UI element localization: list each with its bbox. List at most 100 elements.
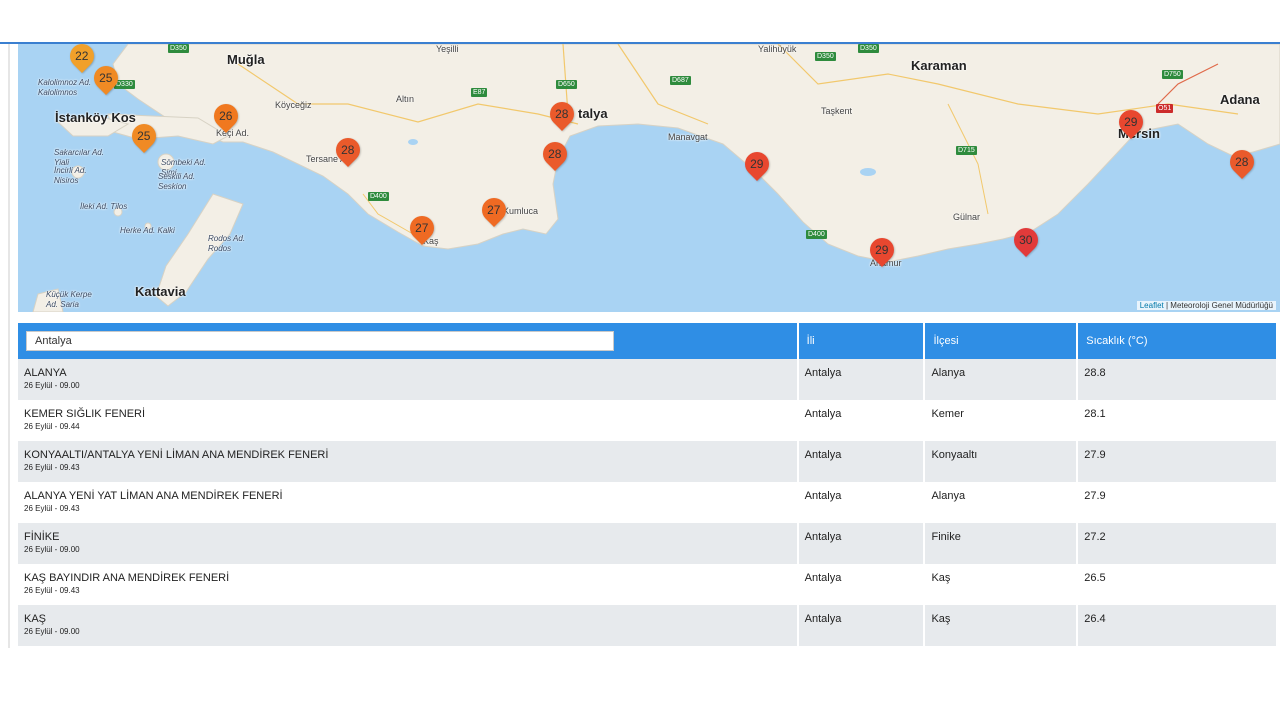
road-label: O51 [1156, 104, 1174, 113]
marker-value: 28 [1235, 155, 1249, 170]
station-name: KONYAALTI/ANTALYA YENİ LİMAN ANA MENDİRE… [24, 449, 329, 461]
map-place-label: Adana [1220, 92, 1260, 107]
ilce-cell: Kaş [924, 605, 1079, 646]
road-label: D350 [815, 52, 836, 61]
road-label: D650 [556, 80, 577, 89]
temperature-map[interactable]: Muğla Karaman Adana Mersin talya İstanköy Kos… [18, 44, 1280, 312]
table-row[interactable]: ALANYA YENİ YAT LİMAN ANA MENDİREK FENER… [18, 482, 1278, 523]
left-divider [8, 44, 10, 648]
map-place-label: Kumluca [503, 206, 539, 216]
ilce-cell: Alanya [924, 359, 1079, 400]
station-cell: KAŞ BAYINDIR ANA MENDİREK FENERİ 26 Eylül… [18, 564, 799, 605]
ilce-cell: Kaş [924, 564, 1079, 605]
leaflet-link[interactable]: Leaflet [1140, 301, 1164, 310]
map-place-label: Manavgat [668, 132, 708, 142]
station-cell: KAŞ 26 Eylül - 09.00 [18, 605, 799, 646]
road-label: E87 [471, 88, 488, 97]
marker-value: 28 [555, 107, 569, 122]
table-row[interactable]: KEMER SIĞLIK FENERİ 26 Eylül - 09.44 Antal… [18, 400, 1278, 441]
table-row[interactable]: ALANYA 26 Eylül - 09.00 Antalya Alanya 28.8 [18, 359, 1278, 400]
il-cell: Antalya [797, 605, 926, 646]
map-place-label: Muğla [227, 52, 265, 67]
map-place-label: Keçi Ad. [216, 128, 250, 138]
table-header-row: İli İlçesi Sıcaklık (°C) [18, 323, 1278, 359]
page: Muğla Karaman Adana Mersin talya İstanköy Kos… [0, 0, 1280, 720]
map-place-label: İstanköy Kos [55, 110, 136, 125]
road-label: D400 [806, 230, 827, 239]
station-search-input[interactable] [26, 331, 614, 351]
map-place-label: İncirli Ad. Nisiros [54, 166, 87, 185]
map-place-label: Karaman [911, 58, 967, 73]
ilce-cell: Konyaaltı [924, 441, 1079, 482]
station-name: KAŞ BAYINDIR ANA MENDİREK FENERİ [24, 572, 230, 584]
marker-value: 30 [1019, 233, 1033, 248]
road-label: D350 [168, 44, 189, 53]
temperature-cell: 27.9 [1077, 441, 1278, 482]
attribution-text: | Meteoroloji Genel Müdürlüğü [1163, 301, 1273, 310]
map-place-label: Yeşilli [436, 44, 459, 54]
il-cell: Antalya [797, 482, 926, 523]
map-place-label: Seskili Ad. Seskion [158, 172, 196, 191]
il-cell: Antalya [797, 523, 926, 564]
marker-value: 27 [415, 221, 429, 236]
il-column-header[interactable]: İli [797, 323, 926, 359]
map-place-label: Küçük Kerpe Ad. Saria [46, 290, 92, 309]
map-place-label: Yalihüyük [758, 44, 797, 54]
map-place-label: İleki Ad. Tilos [80, 202, 128, 211]
temperature-cell: 28.1 [1077, 400, 1278, 441]
map-place-label: Kattavia [135, 284, 186, 299]
road-label: D350 [858, 44, 879, 53]
il-cell: Antalya [797, 564, 926, 605]
map-place-label: Altın [396, 94, 415, 104]
station-time: 26 Eylül - 09.00 [24, 545, 80, 554]
map-place-label: Sakarcılar Ad. Yiali [54, 148, 104, 167]
ilce-cell: Alanya [924, 482, 1079, 523]
temperature-cell: 28.8 [1077, 359, 1278, 400]
station-time: 26 Eylül - 09.44 [24, 422, 80, 431]
il-cell: Antalya [797, 441, 926, 482]
marker-value: 25 [137, 129, 151, 144]
temperature-cell: 26.5 [1077, 564, 1278, 605]
station-cell: ALANYA YENİ YAT LİMAN ANA MENDİREK FENER… [18, 482, 799, 523]
station-time: 26 Eylül - 09.43 [24, 504, 80, 513]
station-name: ALANYA YENİ YAT LİMAN ANA MENDİREK FENER… [24, 490, 283, 502]
station-cell: ALANYA 26 Eylül - 09.00 [18, 359, 799, 400]
marker-value: 26 [219, 109, 233, 124]
station-cell: KONYAALTI/ANTALYA YENİ LİMAN ANA MENDİRE… [18, 441, 799, 482]
marker-value: 29 [750, 157, 764, 172]
station-time: 26 Eylül - 09.00 [24, 627, 80, 636]
map-place-label: talya [578, 106, 608, 121]
road-label: D750 [1162, 70, 1183, 79]
table-row[interactable]: FİNİKE 26 Eylül - 09.00 Antalya Finike 27.2 [18, 523, 1278, 564]
marker-value: 22 [75, 49, 89, 64]
map-place-label: Köyceğiz [275, 100, 312, 110]
search-header-cell [18, 323, 799, 359]
table-row[interactable]: KAŞ BAYINDIR ANA MENDİREK FENERİ 26 Eylül… [18, 564, 1278, 605]
station-cell: FİNİKE 26 Eylül - 09.00 [18, 523, 799, 564]
station-time: 26 Eylül - 09.43 [24, 463, 80, 472]
table-row[interactable]: KAŞ 26 Eylül - 09.00 Antalya Kaş 26.4 [18, 605, 1278, 646]
temperature-cell: 26.4 [1077, 605, 1278, 646]
station-name: KAŞ [24, 613, 47, 625]
temperature-column-header[interactable]: Sıcaklık (°C) [1077, 323, 1278, 359]
ilce-cell: Finike [924, 523, 1079, 564]
il-cell: Antalya [797, 400, 926, 441]
map-place-label: Herke Ad. Kalki [120, 226, 175, 235]
map-place-label: Rodos Ad. Rodos [208, 234, 246, 253]
table-row[interactable]: KONYAALTI/ANTALYA YENİ LİMAN ANA MENDİRE… [18, 441, 1278, 482]
road-label: D687 [670, 76, 691, 85]
map-place-label: Taşkent [821, 106, 853, 116]
map-place-label: Kalolimnoz Ad. Kalolimnos [38, 78, 92, 97]
station-time: 26 Eylül - 09.00 [24, 381, 80, 390]
ilce-column-header[interactable]: İlçesi [924, 323, 1079, 359]
road-label: D400 [368, 192, 389, 201]
station-time: 26 Eylül - 09.43 [24, 586, 80, 595]
ilce-cell: Kemer [924, 400, 1079, 441]
il-cell: Antalya [797, 359, 926, 400]
station-cell: KEMER SIĞLIK FENERİ 26 Eylül - 09.44 [18, 400, 799, 441]
road-label: D715 [956, 146, 977, 155]
station-name: FİNİKE [24, 531, 60, 543]
temperature-cell: 27.9 [1077, 482, 1278, 523]
map-place-label: Gülnar [953, 212, 981, 222]
station-table: İli İlçesi Sıcaklık (°C) ALANYA 26 Eylül … [18, 323, 1278, 646]
